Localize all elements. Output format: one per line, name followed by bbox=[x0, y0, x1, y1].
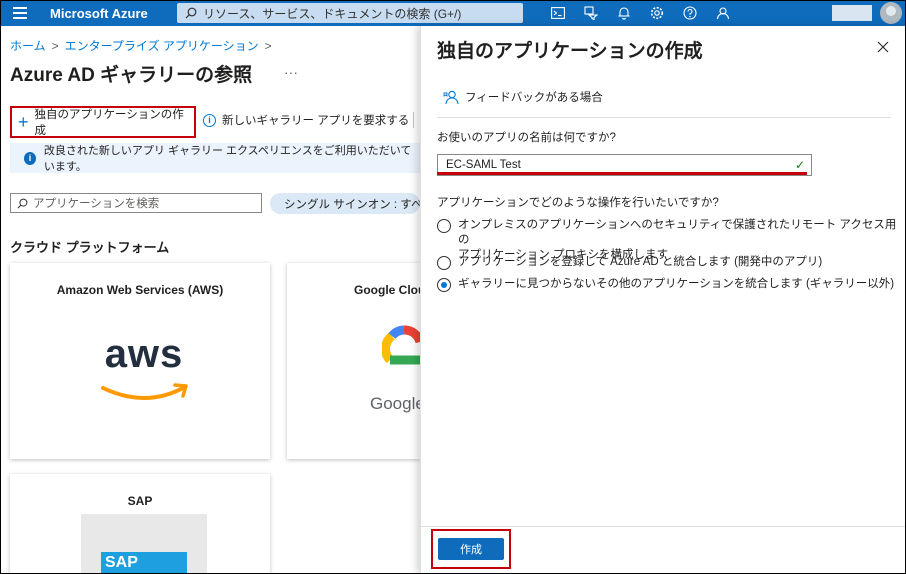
settings-icon[interactable] bbox=[640, 0, 673, 26]
info-icon: i bbox=[203, 113, 216, 127]
google-cloud-logo: Google bbox=[358, 304, 420, 430]
app-card-aws[interactable]: Amazon Web Services (AWS) aws bbox=[10, 263, 270, 459]
sso-filter-pill[interactable]: シングル サインオン : すべて bbox=[270, 193, 420, 214]
request-gallery-app-label: 新しいギャラリー アプリを要求する bbox=[222, 115, 410, 127]
breadcrumb-enterprise-apps[interactable]: エンタープライズ アプリケーション bbox=[65, 37, 259, 54]
feedback-person-icon bbox=[443, 90, 459, 105]
toolbar-divider bbox=[413, 112, 414, 128]
search-icon bbox=[185, 7, 197, 19]
section-title: クラウド プラットフォーム bbox=[10, 240, 170, 255]
avatar[interactable] bbox=[880, 2, 902, 24]
app-name-question: お使いのアプリの名前は何ですか? bbox=[437, 132, 616, 144]
info-icon: i bbox=[24, 151, 36, 165]
request-gallery-app-button[interactable]: i 新しいギャラリー アプリを要求する bbox=[203, 112, 409, 128]
page-title: Azure AD ギャラリーの参照 bbox=[10, 65, 253, 86]
more-options-button[interactable]: ··· bbox=[284, 64, 298, 80]
menu-icon[interactable] bbox=[0, 0, 40, 26]
radio-label: アプリケーションを登録して Azure AD と統合します (開発中のアプリ) bbox=[458, 256, 823, 268]
sap-logo-text: SAP bbox=[105, 554, 138, 571]
info-banner-text: 改良された新しいアプリ ギャラリー エクスペリエンスをご利用いただいています。 bbox=[43, 145, 412, 173]
directory-filter-icon[interactable] bbox=[574, 0, 607, 26]
create-button[interactable]: 作成 bbox=[438, 538, 504, 560]
checkmark-icon: ✓ bbox=[794, 158, 805, 172]
brand-title[interactable]: Microsoft Azure bbox=[50, 6, 165, 21]
topbar-icons bbox=[541, 0, 739, 26]
highlight-underline bbox=[437, 172, 807, 175]
panel-footer-divider bbox=[421, 526, 906, 527]
radio-button[interactable] bbox=[437, 219, 451, 233]
radio-button-selected[interactable] bbox=[437, 278, 451, 292]
global-search-placeholder: リソース、サービス、ドキュメントの検索 (G+/) bbox=[203, 6, 462, 21]
notifications-icon[interactable] bbox=[607, 0, 640, 26]
radio-label-line1: オンプレミスのアプリケーションへのセキュリティで保護されたリモート アクセス用の bbox=[458, 219, 897, 246]
radio-option-non-gallery[interactable]: ギャラリーに見つからないその他のアプリケーションを統合します (ギャラリー以外) bbox=[437, 277, 894, 292]
sap-logo: SAP bbox=[81, 514, 207, 574]
breadcrumb-separator: > bbox=[51, 38, 59, 53]
app-card-title: Google Cloud bbox=[354, 283, 420, 297]
create-button-highlight: 作成 bbox=[431, 529, 511, 569]
breadcrumb-home[interactable]: ホーム bbox=[10, 37, 46, 54]
app-action-question: アプリケーションでどのような操作を行いたいですか? bbox=[437, 197, 719, 209]
aws-smile-icon bbox=[101, 383, 188, 400]
app-name-value: EC-SAML Test bbox=[446, 159, 521, 171]
global-search-input[interactable]: リソース、サービス、ドキュメントの検索 (G+/) bbox=[177, 3, 523, 23]
search-icon bbox=[17, 198, 28, 208]
google-logo-text: Google bbox=[370, 394, 420, 413]
info-banner: i 改良された新しいアプリ ギャラリー エクスペリエンスをご利用いただいています… bbox=[10, 143, 420, 173]
close-icon[interactable] bbox=[876, 40, 890, 54]
account-name-redacted[interactable] bbox=[832, 5, 872, 21]
application-search-placeholder: アプリケーションを検索 bbox=[33, 198, 160, 210]
breadcrumb-separator: > bbox=[264, 38, 272, 53]
create-own-application-label: 独自のアプリケーションの作成 bbox=[34, 109, 184, 137]
feedback-label: フィードバックがある場合 bbox=[465, 92, 603, 104]
breadcrumb: ホーム > エンタープライズ アプリケーション > bbox=[10, 37, 272, 54]
app-card-google-cloud[interactable]: Google Cloud Google bbox=[287, 263, 420, 459]
radio-button[interactable] bbox=[437, 256, 451, 270]
plus-icon: + bbox=[18, 112, 29, 132]
app-card-sap[interactable]: SAP SAP bbox=[10, 474, 270, 574]
radio-label: ギャラリーに見つからないその他のアプリケーションを統合します (ギャラリー以外) bbox=[458, 278, 895, 290]
panel-title: 独自のアプリケーションの作成 bbox=[437, 41, 703, 62]
panel-divider bbox=[437, 117, 891, 118]
aws-logo: aws bbox=[81, 304, 207, 430]
top-bar: Microsoft Azure リソース、サービス、ドキュメントの検索 (G+/… bbox=[0, 0, 906, 26]
help-icon[interactable] bbox=[673, 0, 706, 26]
app-card-title: Amazon Web Services (AWS) bbox=[56, 283, 224, 297]
application-search-input[interactable]: アプリケーションを検索 bbox=[10, 193, 262, 213]
create-own-application-button[interactable]: + 独自のアプリケーションの作成 bbox=[10, 106, 196, 138]
radio-option-register-app[interactable]: アプリケーションを登録して Azure AD と統合します (開発中のアプリ) bbox=[437, 255, 822, 270]
app-card-title: SAP bbox=[127, 494, 153, 508]
cloud-shell-icon[interactable] bbox=[541, 0, 574, 26]
feedback-icon[interactable] bbox=[706, 0, 739, 26]
google-cloud-icon bbox=[382, 325, 420, 365]
create-application-panel: 独自のアプリケーションの作成 フィードバックがある場合 お使いのアプリの名前は何… bbox=[420, 26, 906, 574]
feedback-link[interactable]: フィードバックがある場合 bbox=[443, 89, 603, 105]
aws-logo-text: aws bbox=[104, 332, 184, 376]
